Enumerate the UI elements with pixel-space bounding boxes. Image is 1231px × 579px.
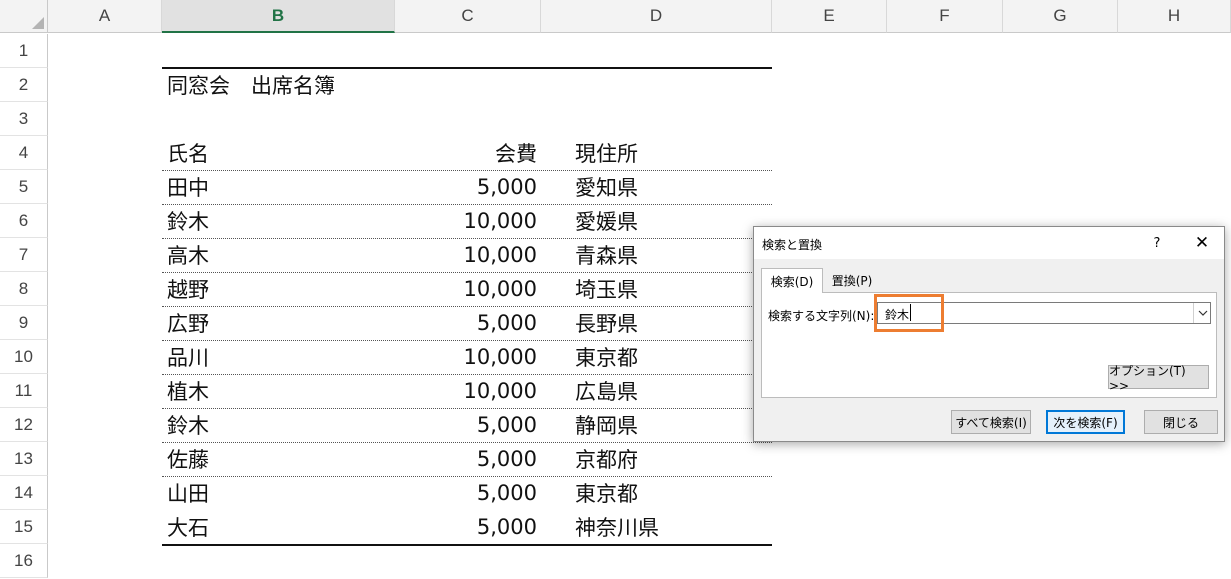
sheet-title[interactable]: 同窓会 出席名簿: [167, 68, 335, 102]
cell-fee[interactable]: 5,000: [395, 408, 537, 442]
column-header-h[interactable]: H: [1118, 0, 1231, 33]
chevron-down-icon[interactable]: [1193, 303, 1211, 323]
help-icon[interactable]: ?: [1146, 233, 1168, 253]
column-header-g[interactable]: G: [1003, 0, 1118, 33]
row-header-3[interactable]: 3: [0, 102, 48, 136]
cell-address[interactable]: 静岡県: [575, 408, 638, 442]
cell-name[interactable]: 越野: [167, 272, 209, 306]
cell-fee[interactable]: 10,000: [395, 204, 537, 238]
bottom-border: [162, 544, 772, 546]
column-header-e[interactable]: E: [772, 0, 887, 33]
cell-name[interactable]: 鈴木: [167, 408, 209, 442]
cell-address[interactable]: 埼玉県: [575, 272, 638, 306]
row-header-12[interactable]: 12: [0, 408, 48, 442]
cell-address[interactable]: 神奈川県: [575, 510, 659, 544]
select-all-corner[interactable]: [0, 0, 48, 33]
row-header-8[interactable]: 8: [0, 272, 48, 306]
cell-name[interactable]: 大石: [167, 510, 209, 544]
row-header-16[interactable]: 16: [0, 544, 48, 578]
cell-address[interactable]: 京都府: [575, 442, 638, 476]
header-address[interactable]: 現住所: [575, 136, 638, 170]
row-header-9[interactable]: 9: [0, 306, 48, 340]
column-header-a[interactable]: A: [48, 0, 162, 33]
cell-fee[interactable]: 10,000: [395, 272, 537, 306]
find-next-button[interactable]: 次を検索(F): [1046, 410, 1125, 434]
cell-name[interactable]: 山田: [167, 476, 209, 510]
cell-fee[interactable]: 5,000: [395, 306, 537, 340]
row-header-4[interactable]: 4: [0, 136, 48, 170]
close-icon[interactable]: ✕: [1190, 232, 1214, 254]
column-header-f[interactable]: F: [887, 0, 1003, 33]
text-caret: [910, 304, 911, 321]
row-header-11[interactable]: 11: [0, 374, 48, 408]
cell-name[interactable]: 高木: [167, 238, 209, 272]
header-fee[interactable]: 会費: [395, 136, 537, 170]
row-header-15[interactable]: 15: [0, 510, 48, 544]
cell-name[interactable]: 佐藤: [167, 442, 209, 476]
row-header-13[interactable]: 13: [0, 442, 48, 476]
row-header-14[interactable]: 14: [0, 476, 48, 510]
cell-fee[interactable]: 10,000: [395, 374, 537, 408]
header-name[interactable]: 氏名: [167, 136, 209, 170]
column-header-c[interactable]: C: [395, 0, 541, 33]
row-header-1[interactable]: 1: [0, 34, 48, 68]
tab-replace[interactable]: 置換(P): [824, 269, 880, 292]
dialog-titlebar[interactable]: 検索と置換 ? ✕: [754, 227, 1224, 259]
cell-fee[interactable]: 5,000: [395, 510, 537, 544]
cell-address[interactable]: 青森県: [575, 238, 638, 272]
cell-address[interactable]: 東京都: [575, 340, 638, 374]
close-button[interactable]: 閉じる: [1144, 410, 1218, 434]
cell-fee[interactable]: 5,000: [395, 170, 537, 204]
cell-fee[interactable]: 10,000: [395, 238, 537, 272]
dialog-title: 検索と置換: [762, 238, 823, 252]
row-header-5[interactable]: 5: [0, 170, 48, 204]
options-button[interactable]: オプション(T) >>: [1108, 364, 1209, 393]
tab-find[interactable]: 検索(D): [761, 268, 823, 293]
row-header-7[interactable]: 7: [0, 238, 48, 272]
search-input-value[interactable]: 鈴木: [885, 306, 909, 323]
search-input[interactable]: [877, 302, 1211, 324]
row-header-10[interactable]: 10: [0, 340, 48, 374]
row-header-6[interactable]: 6: [0, 204, 48, 238]
cell-address[interactable]: 愛媛県: [575, 204, 638, 238]
column-header-d[interactable]: D: [541, 0, 772, 33]
cell-fee[interactable]: 5,000: [395, 476, 537, 510]
row-header-2[interactable]: 2: [0, 68, 48, 102]
find-label: 検索する文字列(N):: [768, 309, 875, 323]
find-replace-dialog: 検索と置換 ? ✕ 検索(D) 置換(P) 検索する文字列(N): 鈴木 オプシ…: [753, 226, 1225, 442]
cell-fee[interactable]: 5,000: [395, 442, 537, 476]
cell-name[interactable]: 植木: [167, 374, 209, 408]
cell-name[interactable]: 田中: [167, 170, 209, 204]
cell-address[interactable]: 東京都: [575, 476, 638, 510]
cell-fee[interactable]: 10,000: [395, 340, 537, 374]
column-header-b[interactable]: B: [162, 0, 395, 33]
cell-name[interactable]: 鈴木: [167, 204, 209, 238]
cell-name[interactable]: 広野: [167, 306, 209, 340]
find-all-button[interactable]: すべて検索(I): [951, 410, 1031, 434]
cell-address[interactable]: 広島県: [575, 374, 638, 408]
cell-address[interactable]: 長野県: [575, 306, 638, 340]
cell-name[interactable]: 品川: [167, 340, 209, 374]
cell-address[interactable]: 愛知県: [575, 170, 638, 204]
